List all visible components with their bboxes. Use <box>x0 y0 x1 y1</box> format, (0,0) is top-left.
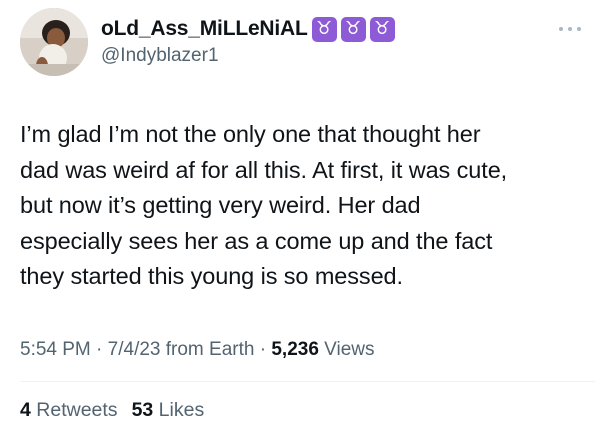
dot <box>568 27 572 31</box>
separator: · <box>254 339 272 360</box>
dot <box>559 27 563 31</box>
separator: · <box>90 339 108 360</box>
retweets-count: 4 <box>20 399 31 421</box>
taurus-emoji-icon: ♉ <box>369 16 395 42</box>
likes-link[interactable]: 53 Likes <box>132 399 205 421</box>
tweet-metadata: 5:54 PM · 7/4/23 from Earth · 5,236 View… <box>20 339 375 361</box>
taurus-emoji-icon: ♉ <box>311 16 337 42</box>
tweet-line: they started this young is so messed. <box>20 263 403 289</box>
tweet-card: oLd_Ass_MiLLeNiAL ♉ ♉ ♉ @Indyblazer1 I’m… <box>0 0 595 437</box>
views-label: Views <box>318 339 375 360</box>
tweet-line: but now it’s getting very weird. Her dad <box>20 192 421 218</box>
user-handle[interactable]: @Indyblazer1 <box>101 45 395 67</box>
tweet-line: I’m glad I’m not the only one that thoug… <box>20 121 481 147</box>
tweet-time[interactable]: 5:54 PM <box>20 339 91 360</box>
dot <box>577 27 581 31</box>
tweet-date[interactable]: 7/4/23 <box>108 339 161 360</box>
tweet-line: dad was weird af for all this. At first,… <box>20 156 508 183</box>
tweet-body: I’m glad I’m not the only one that thoug… <box>20 117 580 295</box>
engagement-stats: 4 Retweets 53 Likes <box>20 399 218 422</box>
author-info: oLd_Ass_MiLLeNiAL ♉ ♉ ♉ @Indyblazer1 <box>101 14 395 67</box>
divider <box>20 381 595 382</box>
more-options-icon[interactable] <box>559 24 581 34</box>
avatar[interactable] <box>20 8 88 76</box>
tweet-source: from Earth <box>160 339 255 360</box>
retweets-link[interactable]: 4 Retweets <box>20 399 118 421</box>
views-count: 5,236 <box>271 339 319 360</box>
tweet-line: especially sees her as a come up and the… <box>20 227 493 254</box>
taurus-emoji-icon: ♉ <box>340 16 366 42</box>
display-name-row: oLd_Ass_MiLLeNiAL ♉ ♉ ♉ <box>101 14 395 44</box>
retweets-label: Retweets <box>30 399 118 421</box>
likes-label: Likes <box>153 399 205 421</box>
display-name[interactable]: oLd_Ass_MiLLeNiAL <box>101 17 308 41</box>
likes-count: 53 <box>131 399 154 421</box>
profile-photo <box>20 8 88 76</box>
